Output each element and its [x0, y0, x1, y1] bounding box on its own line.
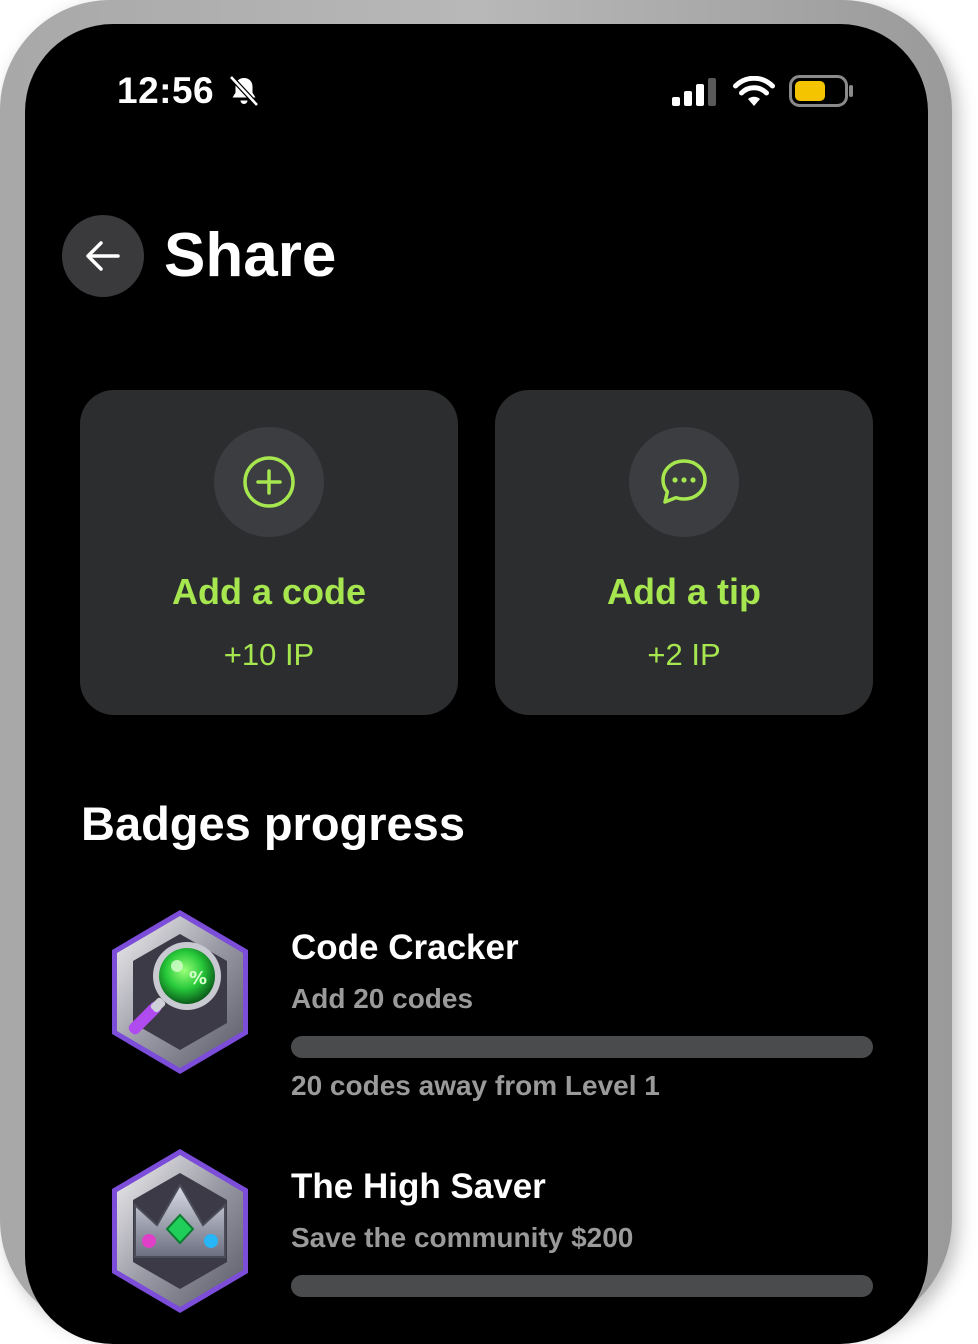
screen: 12:56 Share Add a code +10 IP Add a tip …	[25, 24, 928, 1344]
badge-row-high-saver[interactable]: The High Saver Save the community $200	[25, 1145, 928, 1344]
add-tip-points: +2 IP	[647, 637, 721, 672]
badge-hint: 20 codes away from Level 1	[291, 1070, 660, 1101]
add-code-icon-circle	[214, 427, 324, 537]
add-tip-card[interactable]: Add a tip +2 IP	[495, 390, 873, 715]
crown-badge-icon	[112, 1149, 248, 1313]
back-button[interactable]	[62, 215, 144, 297]
magnifier-badge-icon: %	[112, 910, 248, 1074]
badge-description: Add 20 codes	[291, 983, 474, 1014]
add-code-points: +10 IP	[223, 637, 315, 672]
page-title: Share	[164, 221, 337, 290]
add-code-card[interactable]: Add a code +10 IP	[80, 390, 458, 715]
battery-icon	[789, 75, 853, 107]
status-time: 12:56	[117, 70, 215, 111]
badge-name: The High Saver	[291, 1167, 546, 1206]
phone-frame: 12:56 Share Add a code +10 IP Add a tip …	[0, 0, 952, 1344]
cellular-signal-icon	[672, 78, 716, 106]
chat-bubble-icon	[661, 459, 707, 504]
bell-slash-icon	[229, 75, 259, 107]
badges-section-title: Badges progress	[81, 797, 465, 850]
badge-progress-track	[291, 1275, 873, 1297]
add-code-label: Add a code	[171, 571, 367, 612]
add-tip-icon-circle	[629, 427, 739, 537]
badge-row-code-cracker[interactable]: % Code Cracker Add 20 codes 20 codes awa…	[25, 906, 928, 1126]
arrow-left-icon	[86, 241, 120, 271]
badge-description: Save the community $200	[291, 1222, 634, 1253]
badge-name: Code Cracker	[291, 928, 519, 967]
wifi-icon	[733, 76, 775, 106]
badge-progress-track	[291, 1036, 873, 1058]
plus-circle-icon	[243, 456, 295, 508]
add-tip-label: Add a tip	[607, 571, 761, 612]
svg-text:%: %	[189, 968, 207, 989]
